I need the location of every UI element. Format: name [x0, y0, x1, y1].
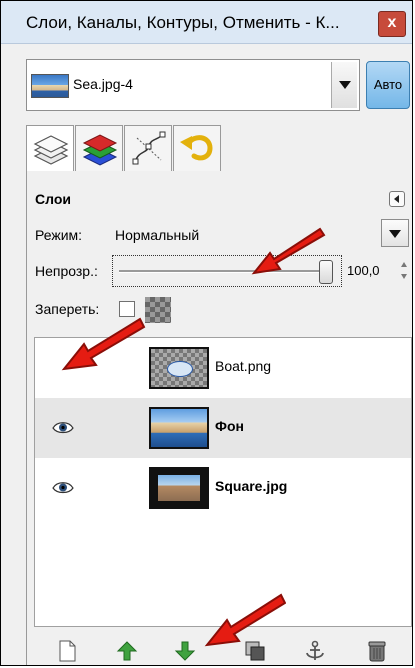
image-thumbnail [31, 74, 69, 98]
spin-up-icon[interactable] [401, 262, 407, 267]
dock-tabs [26, 125, 412, 173]
layer-thumbnail [149, 407, 209, 449]
chevron-left-icon [394, 195, 399, 203]
layer-row-background[interactable]: Фон [35, 398, 411, 458]
mode-value[interactable]: Нормальный [115, 227, 199, 243]
anchor-layer-icon[interactable] [303, 639, 327, 663]
eye-icon[interactable] [51, 416, 75, 440]
channels-tab-icon [82, 134, 118, 166]
close-button[interactable]: x [378, 11, 406, 37]
image-selector[interactable]: Sea.jpg-4 [26, 59, 360, 111]
chevron-down-icon [339, 81, 351, 89]
layer-name: Boat.png [215, 358, 272, 374]
layers-dock-window: Слои, Каналы, Контуры, Отменить - К... x… [0, 0, 413, 666]
tab-paths[interactable] [124, 125, 172, 171]
delete-layer-icon[interactable] [365, 639, 389, 663]
layers-tab-icon [33, 135, 69, 165]
mode-dropdown-button[interactable] [381, 219, 409, 247]
undo-tab-icon [180, 135, 213, 161]
panel-menu-button[interactable] [389, 191, 405, 207]
auto-button[interactable]: Авто [366, 61, 410, 109]
image-dropdown-button[interactable] [331, 62, 357, 108]
layer-name: Фон [215, 418, 244, 434]
layer-name: Square.jpg [215, 478, 288, 494]
opacity-spinner[interactable] [399, 262, 409, 282]
annotation-arrow-layer [61, 317, 146, 371]
opacity-value[interactable]: 100,0 [347, 263, 380, 278]
opacity-label: Непрозр.: [35, 263, 98, 279]
paths-tab-icon [132, 131, 166, 165]
window-title: Слои, Каналы, Контуры, Отменить - К... [26, 13, 340, 32]
tab-layers[interactable] [26, 125, 74, 173]
eye-icon[interactable] [51, 476, 75, 500]
panel-title: Слои [35, 191, 71, 207]
layer-thumbnail [149, 347, 209, 389]
annotation-arrow-opacity [251, 227, 326, 275]
tab-undo[interactable] [173, 125, 221, 171]
tab-channels[interactable] [75, 125, 123, 171]
image-name: Sea.jpg-4 [73, 76, 133, 92]
title-bar[interactable]: Слои, Каналы, Контуры, Отменить - К... x [1, 1, 412, 44]
lock-alpha-icon[interactable] [145, 297, 171, 323]
spin-down-icon[interactable] [401, 274, 407, 279]
lower-layer-icon[interactable] [173, 639, 197, 663]
raise-layer-icon[interactable] [115, 639, 139, 663]
annotation-arrow-lower [204, 593, 286, 647]
layer-row-square[interactable]: Square.jpg [35, 458, 411, 518]
mode-label: Режим: [35, 227, 83, 243]
chevron-down-icon [389, 230, 401, 238]
layer-thumbnail [149, 467, 209, 509]
new-layer-icon[interactable] [55, 639, 79, 663]
